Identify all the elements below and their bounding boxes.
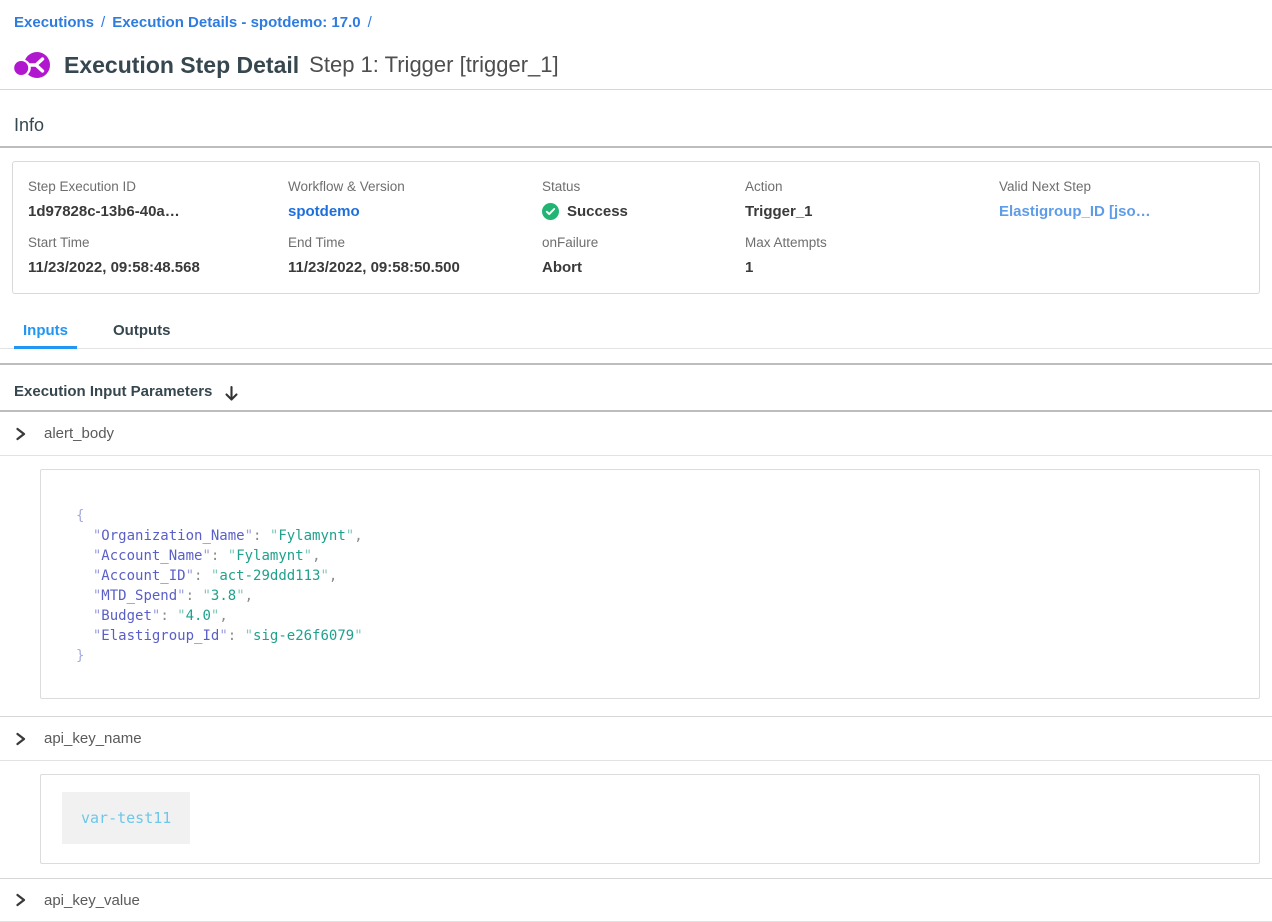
page-subtitle: Step 1: Trigger [trigger_1] <box>309 52 558 78</box>
field-value: 11/23/2022, 09:58:50.500 <box>288 258 542 277</box>
param-label: api_key_name <box>44 730 142 747</box>
divider <box>0 363 1272 365</box>
tab-inputs[interactable]: Inputs <box>14 320 77 348</box>
breadcrumb-separator: / <box>101 14 105 31</box>
next-step-link[interactable]: Elastigroup_ID [jso… <box>999 202 1249 221</box>
status-badge: Success <box>542 202 745 221</box>
field-end-time: End Time 11/23/2022, 09:58:50.500 <box>288 235 542 277</box>
page-title: Execution Step Detail <box>64 52 299 79</box>
field-onfailure: onFailure Abort <box>542 235 745 277</box>
fylamynt-logo-icon <box>14 49 52 81</box>
execution-input-parameters-label: Execution Input Parameters <box>14 383 212 400</box>
info-card: Step Execution ID 1d97828c-13b6-40a… Wor… <box>12 161 1260 294</box>
field-value: 1 <box>745 258 999 277</box>
field-label: Step Execution ID <box>28 179 288 195</box>
field-value: 11/23/2022, 09:58:48.568 <box>28 258 288 277</box>
field-value: Trigger_1 <box>745 202 999 221</box>
breadcrumb-separator: / <box>368 14 372 31</box>
tab-outputs[interactable]: Outputs <box>104 320 180 348</box>
field-step-execution-id: Step Execution ID 1d97828c-13b6-40a… <box>28 179 288 221</box>
divider <box>0 89 1272 90</box>
field-max-attempts: Max Attempts 1 <box>745 235 999 277</box>
field-label: End Time <box>288 235 542 251</box>
field-valid-next-step: Valid Next Step Elastigroup_ID [jso… <box>999 179 1249 221</box>
field-label: Max Attempts <box>745 235 999 251</box>
field-label: Start Time <box>28 235 288 251</box>
success-check-icon <box>542 203 559 220</box>
chevron-right-icon <box>14 893 27 907</box>
divider <box>0 146 1272 148</box>
json-code: { "Organization_Name": "Fylamynt", "Acco… <box>76 506 1239 666</box>
workflow-link[interactable]: spotdemo <box>288 202 542 221</box>
execution-input-parameters-header: Execution Input Parameters <box>0 378 1272 404</box>
api-key-name-value-panel: var-test11 <box>40 774 1260 864</box>
field-label: Workflow & Version <box>288 179 542 195</box>
field-action: Action Trigger_1 <box>745 179 999 221</box>
info-section-heading: Info <box>14 114 1258 136</box>
param-label: api_key_value <box>44 892 140 909</box>
field-empty <box>999 235 1249 277</box>
alert-body-json-panel: { "Organization_Name": "Fylamynt", "Acco… <box>40 469 1260 699</box>
breadcrumb-link-executions[interactable]: Executions <box>14 14 94 31</box>
param-label: alert_body <box>44 425 114 442</box>
field-workflow-version: Workflow & Version spotdemo <box>288 179 542 221</box>
field-label: Action <box>745 179 999 195</box>
page-header: Execution Step Detail Step 1: Trigger [t… <box>14 48 1258 82</box>
field-start-time: Start Time 11/23/2022, 09:58:48.568 <box>28 235 288 277</box>
field-label: onFailure <box>542 235 745 251</box>
field-label: Status <box>542 179 745 195</box>
field-value: Abort <box>542 258 745 277</box>
param-row-api-key-value[interactable]: api_key_value <box>0 879 1272 922</box>
api-key-name-value: var-test11 <box>62 792 190 844</box>
param-row-api-key-name[interactable]: api_key_name <box>0 717 1272 761</box>
chevron-right-icon <box>14 732 27 746</box>
tab-bar: Inputs Outputs <box>0 320 1272 349</box>
field-label: Valid Next Step <box>999 179 1249 195</box>
field-value: 1d97828c-13b6-40a… <box>28 202 288 221</box>
status-text: Success <box>567 202 628 221</box>
param-row-alert-body[interactable]: alert_body <box>0 412 1272 456</box>
field-status: Status Success <box>542 179 745 221</box>
breadcrumb: Executions / Execution Details - spotdemo:… <box>0 0 1272 33</box>
breadcrumb-link-execution-details[interactable]: Execution Details - spotdemo: 17.0 <box>112 14 360 31</box>
arrow-down-icon[interactable] <box>223 385 240 403</box>
chevron-right-icon <box>14 427 27 441</box>
